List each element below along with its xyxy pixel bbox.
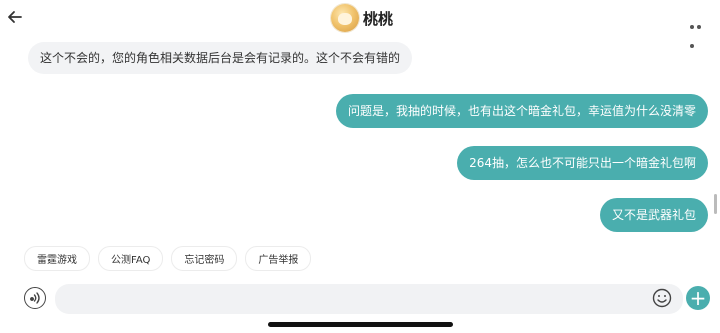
quick-reply-chip[interactable]: 广告举报 [245, 246, 312, 271]
avatar[interactable] [331, 4, 359, 32]
chat-title: 桃桃 [363, 9, 394, 28]
message-input[interactable] [55, 284, 683, 314]
quick-reply-chip[interactable]: 忘记密码 [171, 246, 238, 271]
quick-reply-chip[interactable]: 公测FAQ [98, 246, 164, 271]
message-bubble-right: 又不是武器礼包 [599, 198, 708, 232]
more-dots-icon[interactable] [690, 14, 710, 48]
emoji-icon[interactable] [652, 288, 672, 308]
chat-header: 桃桃 [0, 0, 720, 48]
message-bubble-right: 问题是，我抽的时候，也有出这个暗金礼包，幸运值为什么没清零 [335, 94, 708, 128]
voice-icon[interactable] [24, 287, 46, 309]
quick-reply-chip[interactable]: 雷霆游戏 [24, 246, 90, 271]
message-bubble-left: 这个不会的，您的角色相关数据后台是会有记录的。这个不会有错的 [28, 42, 413, 74]
chat-title-group[interactable]: 桃桃 [331, 3, 393, 33]
quick-reply-row: 雷霆游戏 公测FAQ 忘记密码 广告举报 [24, 246, 312, 271]
message-bubble-right: 264抽，怎么也不可能只出一个暗金礼包啊 [457, 146, 708, 180]
scrollbar[interactable] [714, 194, 717, 214]
back-arrow-icon[interactable] [6, 8, 24, 26]
add-button[interactable]: + [686, 286, 710, 310]
home-indicator [268, 322, 453, 327]
